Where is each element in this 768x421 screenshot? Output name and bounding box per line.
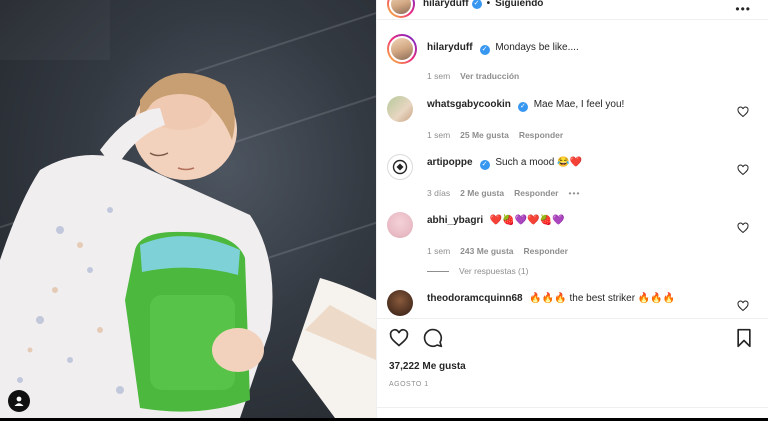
likes-count[interactable]: 37,222 Me gusta: [389, 361, 466, 372]
commenter-avatar[interactable]: [387, 290, 413, 316]
post-actions: 37,222 Me gusta AGOSTO 1: [377, 318, 768, 418]
caption-username[interactable]: hilaryduff: [427, 42, 473, 53]
author-avatar[interactable]: [387, 0, 415, 18]
commenter-avatar[interactable]: [387, 96, 413, 122]
commenter-username[interactable]: whatsgabycookin: [427, 99, 511, 110]
verified-badge-icon: ✓: [479, 45, 490, 55]
comment-item: artipoppe ✓ Such a mood 😂❤️ 3 días 2 Me g…: [387, 150, 759, 198]
add-comment-bar[interactable]: [377, 407, 768, 421]
caption-text: Mondays be like....: [495, 42, 579, 53]
heart-icon[interactable]: [737, 222, 749, 234]
photo-illustration: [0, 73, 376, 418]
comment-likes[interactable]: 2 Me gusta: [460, 188, 504, 198]
comments-list[interactable]: hilaryduff ✓ Mondays be like.... 1 sem Ve…: [377, 20, 768, 318]
comment-text: 🔥🔥🔥 the best striker 🔥🔥🔥: [529, 293, 676, 304]
caption-avatar[interactable]: [387, 34, 417, 64]
heart-icon[interactable]: [389, 328, 409, 348]
comment-likes[interactable]: 25 Me gusta: [460, 130, 509, 140]
author-username[interactable]: hilaryduff: [423, 0, 469, 9]
comment-likes[interactable]: 243 Me gusta: [460, 246, 513, 256]
comment-time[interactable]: 1 sem: [427, 130, 450, 140]
comment-item: whatsgabycookin ✓ Mae Mae, I feel you! 1 …: [387, 92, 759, 140]
reply-button[interactable]: Responder: [514, 188, 558, 198]
verified-badge-icon: ✓: [517, 102, 528, 112]
comment-text: Such a mood 😂❤️: [495, 157, 582, 168]
post-photo[interactable]: [0, 0, 376, 418]
commenter-username[interactable]: theodoramcquinn68: [427, 293, 523, 304]
comment-text: Mae Mae, I feel you!: [533, 99, 625, 110]
comment-icon[interactable]: [423, 328, 443, 348]
comment-options-icon[interactable]: •••: [569, 188, 581, 198]
commenter-avatar[interactable]: [387, 212, 413, 238]
caption: hilaryduff ✓ Mondays be like.... 1 sem Ve…: [387, 34, 759, 81]
comment-time[interactable]: 1 sem: [427, 246, 450, 256]
post-side-panel: hilaryduff ✓ • Siguiendo ••• hilaryduff ✓…: [376, 0, 768, 418]
translate-link[interactable]: Ver traducción: [460, 71, 519, 81]
heart-icon[interactable]: [737, 106, 749, 118]
instagram-post: hilaryduff ✓ • Siguiendo ••• hilaryduff ✓…: [0, 0, 768, 418]
comment-text: ❤️🍓💜❤️🍓💜: [489, 215, 565, 226]
post-header: hilaryduff ✓ • Siguiendo •••: [377, 0, 768, 20]
reply-button[interactable]: Responder: [524, 246, 568, 256]
more-options-icon[interactable]: •••: [735, 2, 751, 16]
commenter-avatar[interactable]: [387, 154, 413, 180]
bookmark-icon[interactable]: [735, 328, 753, 348]
user-tag-icon: [14, 396, 24, 406]
heart-icon[interactable]: [737, 300, 749, 312]
header-separator: •: [486, 0, 491, 9]
comment-item: theodoramcquinn68 🔥🔥🔥 the best striker 🔥…: [387, 286, 759, 316]
user-tag-button[interactable]: [8, 390, 30, 412]
post-date[interactable]: AGOSTO 1: [389, 381, 429, 388]
comment-time[interactable]: 3 días: [427, 188, 450, 198]
caption-time[interactable]: 1 sem: [427, 71, 450, 81]
replies-divider: [427, 270, 449, 272]
commenter-username[interactable]: artipoppe: [427, 157, 473, 168]
view-replies-button[interactable]: Ver respuestas (1): [427, 266, 528, 276]
following-button[interactable]: Siguiendo: [495, 0, 543, 9]
verified-badge-icon: ✓: [471, 0, 482, 9]
reply-button[interactable]: Responder: [519, 130, 563, 140]
view-replies-label: Ver respuestas (1): [459, 266, 529, 276]
comment-item: abhi_ybagri ❤️🍓💜❤️🍓💜 1 sem 243 Me gusta …: [387, 208, 759, 256]
action-icons: [389, 328, 443, 348]
commenter-username[interactable]: abhi_ybagri: [427, 215, 483, 226]
artipoppe-logo-icon: [392, 159, 408, 175]
verified-badge-icon: ✓: [479, 160, 490, 170]
heart-icon[interactable]: [737, 164, 749, 176]
